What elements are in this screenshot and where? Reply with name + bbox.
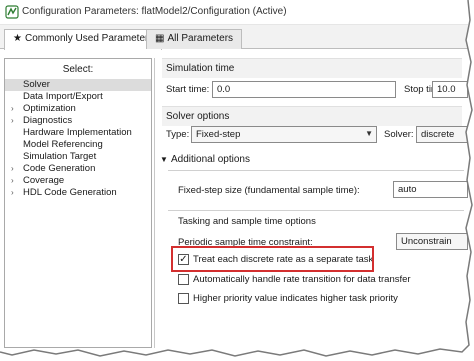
- step-size-label: Fixed-step size (fundamental sample time…: [178, 185, 360, 196]
- tree-header: Select:: [62, 64, 94, 75]
- stop-time-field[interactable]: 10.0: [432, 81, 468, 98]
- expand-arrow-icon[interactable]: ›: [11, 175, 14, 187]
- tree-item-optimization[interactable]: Optimization: [23, 103, 76, 115]
- tasking-group: [168, 210, 464, 211]
- simulation-time-header: Simulation time: [162, 58, 462, 78]
- rate-transition-checkbox[interactable]: [178, 274, 189, 285]
- solver-type-label: Type:: [166, 129, 190, 140]
- chevron-down-icon: ▼: [365, 129, 373, 138]
- window-title: Configuration Parameters: flatModel2/Con…: [22, 6, 287, 17]
- step-size-field[interactable]: auto: [393, 181, 468, 198]
- rate-transition-label: Automatically handle rate transition for…: [193, 274, 411, 285]
- solver-label: Solver:: [384, 129, 414, 140]
- expand-arrow-icon[interactable]: ›: [11, 163, 14, 175]
- highlight-box: [171, 246, 374, 272]
- expand-arrow-icon[interactable]: ›: [11, 103, 14, 115]
- tree-item-simulation-target[interactable]: Simulation Target: [23, 151, 96, 163]
- settings-pane: Simulation time Start time: 0.0 Stop tim…: [158, 58, 468, 358]
- tasking-header: Tasking and sample time options: [178, 216, 316, 227]
- task-priority-label: Higher priority value indicates higher t…: [193, 293, 398, 304]
- tab-label: Commonly Used Parameters: [24, 33, 154, 44]
- tree-item-hardware-implementation[interactable]: Hardware Implementation: [23, 127, 132, 139]
- tree-item-hdl-code-generation[interactable]: HDL Code Generation: [23, 187, 117, 199]
- title-bar: Configuration Parameters: flatModel2/Con…: [0, 0, 468, 25]
- collapse-arrow-icon[interactable]: ▼: [160, 155, 168, 164]
- expand-arrow-icon[interactable]: ›: [11, 187, 14, 199]
- tree-item-data-import-export[interactable]: Data Import/Export: [23, 91, 103, 103]
- star-icon: ★: [13, 33, 22, 44]
- solver-dropdown[interactable]: discrete: [416, 126, 468, 143]
- simulink-app-icon: [5, 5, 19, 19]
- solver-type-dropdown[interactable]: Fixed-step ▼: [191, 126, 377, 143]
- tree-item-code-generation[interactable]: Code Generation: [23, 163, 95, 175]
- additional-options-header: Additional options: [171, 154, 250, 165]
- task-priority-checkbox[interactable]: [178, 293, 189, 304]
- grid-icon: ▦: [155, 33, 165, 44]
- tab-commonly-used-parameters[interactable]: ★ Commonly Used Parameters: [4, 29, 163, 50]
- tab-label: All Parameters: [167, 33, 234, 44]
- solver-options-header: Solver options: [162, 106, 462, 126]
- tab-strip: ★ Commonly Used Parameters ▦ All Parameter…: [0, 25, 468, 50]
- tab-all-parameters[interactable]: ▦ All Parameters: [146, 29, 243, 49]
- tree-item-coverage[interactable]: Coverage: [23, 175, 64, 187]
- category-tree: Select: Solver Data Import/Export › Opti…: [4, 58, 152, 348]
- sample-time-constraint-dropdown[interactable]: Unconstrain: [396, 233, 468, 250]
- start-time-field[interactable]: 0.0: [212, 81, 396, 98]
- tree-item-diagnostics[interactable]: Diagnostics: [23, 115, 72, 127]
- tree-item-solver[interactable]: Solver: [5, 79, 151, 91]
- start-time-label: Start time:: [166, 84, 210, 95]
- tree-item-model-referencing[interactable]: Model Referencing: [23, 139, 103, 151]
- expand-arrow-icon[interactable]: ›: [11, 115, 14, 127]
